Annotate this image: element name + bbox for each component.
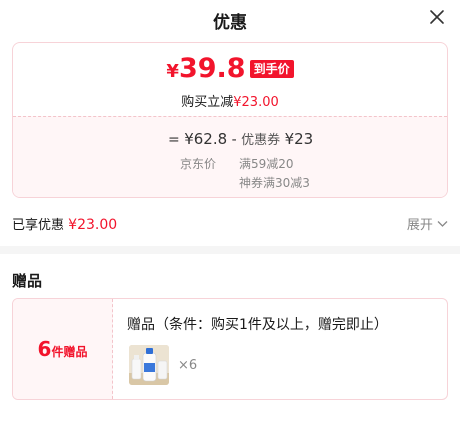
enjoyed-discount-value: ¥23.00 [68, 217, 118, 233]
close-icon[interactable] [428, 8, 446, 26]
enjoyed-discount: 已享优惠 ¥23.00 [12, 214, 117, 233]
coupon-detail-1: 满59减20 [239, 157, 294, 171]
coupon-value: ¥23 [284, 130, 314, 148]
buy-discount-label: 购买立减 [181, 95, 234, 110]
price-calc-row: = ¥62.8 - 优惠券 ¥23 [168, 129, 313, 148]
gift-count-label: 件赠品 [51, 345, 88, 359]
gift-condition: 赠品（条件：购买1件及以上，赠完即止） [127, 317, 388, 333]
coupon-label: 优惠券 [241, 133, 281, 148]
coupon-detail-2: 神券满30减3 [239, 176, 310, 190]
gift-count-number: 6 [37, 337, 52, 361]
gift-section-title: 赠品 [12, 272, 43, 290]
calc-equals: = [168, 132, 180, 148]
buy-discount-value: ¥23.00 [233, 95, 279, 110]
gift-count-panel: 6件赠品 [13, 299, 113, 399]
gift-product-image[interactable] [129, 345, 169, 385]
final-price-row: ¥39.8 到手价 [13, 53, 447, 84]
price-breakdown: = ¥62.8 - 优惠券 ¥23 京东价 满59减20 神券满30减3 [13, 116, 447, 197]
expand-label: 展开 [406, 218, 433, 233]
gift-quantity: ×6 [178, 358, 198, 373]
enjoyed-discount-row: 已享优惠 ¥23.00 展开 [12, 214, 448, 234]
buy-discount-row: 购买立减¥23.00 [13, 91, 447, 110]
enjoyed-discount-label: 已享优惠 [12, 218, 65, 233]
original-price-label: 京东价 [180, 157, 217, 171]
gift-count: 6件赠品 [13, 337, 112, 361]
currency-symbol: ¥ [166, 61, 179, 82]
popup-header: 优惠 [0, 0, 460, 40]
coupon-details: 满59减20 神券满30减3 [239, 155, 310, 193]
final-price-section: ¥39.8 到手价 购买立减¥23.00 [13, 43, 447, 116]
final-price-tag: 到手价 [249, 60, 294, 78]
final-price: 39.8 [178, 53, 246, 84]
price-card: ¥39.8 到手价 购买立减¥23.00 = ¥62.8 - 优惠券 ¥23 京东… [12, 42, 448, 198]
calc-minus: - [231, 132, 237, 148]
gift-card: 6件赠品 赠品（条件：购买1件及以上，赠完即止） ×6 [12, 298, 448, 400]
chevron-down-icon [437, 221, 448, 227]
expand-button[interactable]: 展开 [407, 214, 448, 233]
original-price: ¥62.8 [184, 130, 228, 148]
milk-bottle-icon [129, 345, 169, 385]
popup-title: 优惠 [213, 13, 247, 33]
section-divider [0, 246, 460, 254]
